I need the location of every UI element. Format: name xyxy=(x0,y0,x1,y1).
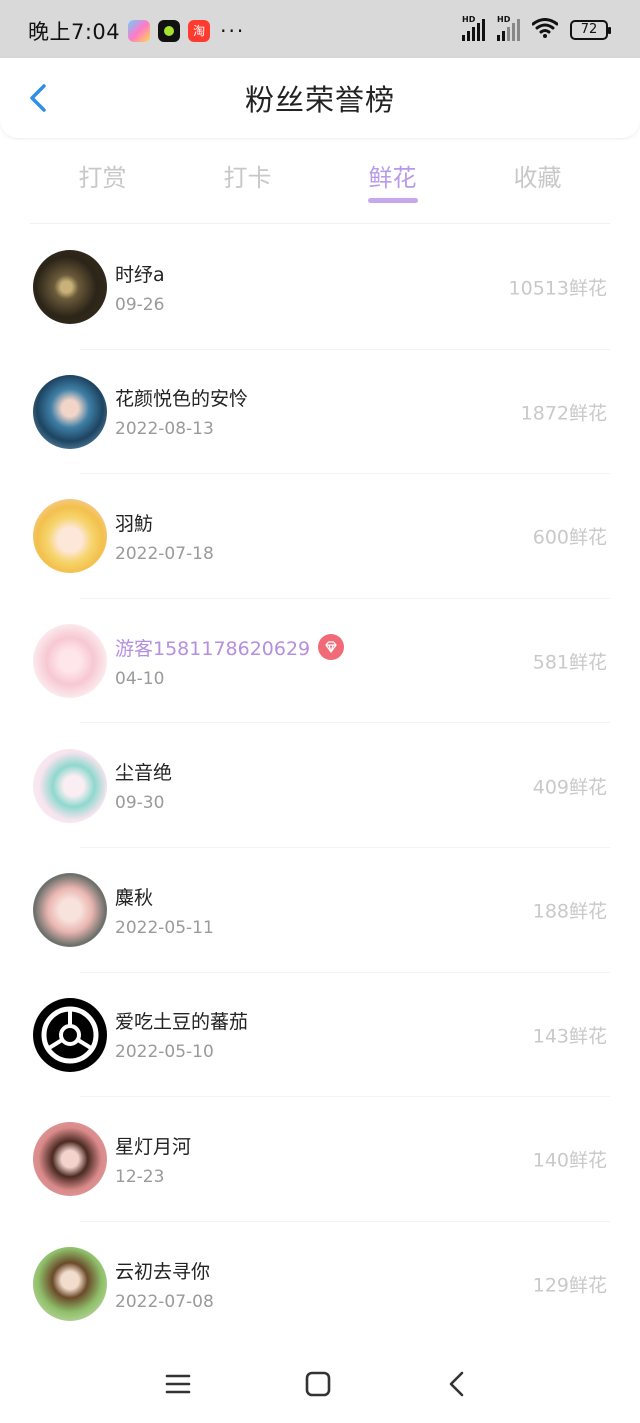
camera-app-icon xyxy=(158,20,181,42)
tab-checkin[interactable]: 打卡 xyxy=(175,140,320,223)
tab-favorites[interactable]: 收藏 xyxy=(465,140,610,223)
chevron-left-icon xyxy=(30,84,46,112)
system-nav-bar xyxy=(0,1345,640,1423)
flower-count: 188鲜花 xyxy=(532,900,607,923)
signal-2-icon: HD xyxy=(497,15,520,41)
fan-date: 2022-07-08 xyxy=(115,1291,214,1312)
taobao-icon: 淘 xyxy=(188,20,211,42)
page-title: 粉丝荣誉榜 xyxy=(244,83,395,117)
fan-name: 羽魴 xyxy=(115,512,154,535)
flower-count: 143鲜花 xyxy=(532,1025,607,1048)
fan-name: 时纾a xyxy=(115,263,165,286)
fan-list: 时纾a 09-26 10513鲜花 花颜悦色的安怜 2022-08-13 187… xyxy=(0,225,640,1346)
flower-count: 10513鲜花 xyxy=(508,277,607,300)
game-center-icon xyxy=(128,20,151,42)
home-icon xyxy=(305,1371,331,1397)
fan-name: 游客1581178620629 xyxy=(115,637,311,660)
system-back-button[interactable] xyxy=(441,1367,475,1401)
wifi-icon xyxy=(531,18,559,42)
battery-icon: 72 xyxy=(570,20,611,40)
menu-button[interactable] xyxy=(161,1367,195,1401)
flower-count: 140鲜花 xyxy=(532,1149,607,1172)
tab-flowers[interactable]: 鲜花 xyxy=(320,140,465,223)
status-indicators: HD HD 72 xyxy=(462,15,611,42)
flower-count: 1872鲜花 xyxy=(520,402,607,425)
list-item[interactable]: 花颜悦色的安怜 2022-08-13 1872鲜花 xyxy=(0,350,640,475)
fan-name: 云初去寻你 xyxy=(115,1260,211,1283)
signal-1-icon: HD xyxy=(462,15,485,41)
list-item[interactable]: 游客1581178620629 04-10 581鲜花 xyxy=(0,599,640,724)
header: 粉丝荣誉榜 xyxy=(0,58,640,138)
flower-count: 581鲜花 xyxy=(532,651,607,674)
fan-name: 爱吃土豆的蕃茄 xyxy=(115,1011,249,1034)
fan-date: 12-23 xyxy=(115,1166,165,1187)
list-item[interactable]: 羽魴 2022-07-18 600鲜花 xyxy=(0,474,640,599)
tab-tip[interactable]: 打赏 xyxy=(30,140,175,223)
list-item[interactable]: 星灯月河 12-23 140鲜花 xyxy=(0,1097,640,1222)
status-app-icons: 淘 xyxy=(128,20,211,42)
fan-date: 09-26 xyxy=(115,294,165,315)
fan-date: 04-10 xyxy=(115,668,165,689)
avatar[interactable] xyxy=(33,873,107,948)
avatar[interactable] xyxy=(33,1247,107,1322)
fan-date: 2022-07-18 xyxy=(115,543,214,564)
fan-name: 花颜悦色的安怜 xyxy=(115,388,249,411)
back-button[interactable] xyxy=(22,80,56,116)
status-more-icon: ··· xyxy=(220,19,246,43)
avatar[interactable] xyxy=(33,374,107,449)
avatar[interactable] xyxy=(33,997,107,1072)
fan-date: 2022-05-10 xyxy=(115,1042,214,1063)
diamond-vip-icon xyxy=(318,634,345,661)
back-icon xyxy=(449,1371,464,1397)
list-item[interactable]: 云初去寻你 2022-07-08 129鲜花 xyxy=(0,1222,640,1347)
list-item[interactable]: 时纾a 09-26 10513鲜花 xyxy=(0,225,640,350)
status-time: 晚上7:04 xyxy=(28,20,121,44)
avatar[interactable] xyxy=(33,748,107,823)
scp-logo-icon xyxy=(41,1006,99,1064)
fan-date: 2022-05-11 xyxy=(115,917,214,938)
fan-name: 星灯月河 xyxy=(115,1135,192,1158)
list-item[interactable]: 尘音绝 09-30 409鲜花 xyxy=(0,723,640,848)
status-bar: 晚上7:04 淘 ··· HD HD 72 xyxy=(0,0,640,62)
flower-count: 409鲜花 xyxy=(532,776,607,799)
list-item[interactable]: 爱吃土豆的蕃茄 2022-05-10 143鲜花 xyxy=(0,973,640,1098)
tab-bar: 打赏 打卡 鲜花 收藏 xyxy=(30,140,610,224)
fan-date: 09-30 xyxy=(115,793,165,814)
flower-count: 129鲜花 xyxy=(532,1274,607,1297)
avatar[interactable] xyxy=(33,1122,107,1197)
avatar[interactable] xyxy=(33,624,107,699)
fan-date: 2022-08-13 xyxy=(115,419,214,440)
list-item[interactable]: 麋秋 2022-05-11 188鲜花 xyxy=(0,848,640,973)
fan-name: 麋秋 xyxy=(115,886,154,909)
flower-count: 600鲜花 xyxy=(532,526,607,549)
home-button[interactable] xyxy=(301,1367,335,1401)
avatar[interactable] xyxy=(33,499,107,574)
fan-name: 尘音绝 xyxy=(115,762,173,785)
avatar[interactable] xyxy=(33,250,107,325)
menu-icon xyxy=(165,1374,191,1394)
